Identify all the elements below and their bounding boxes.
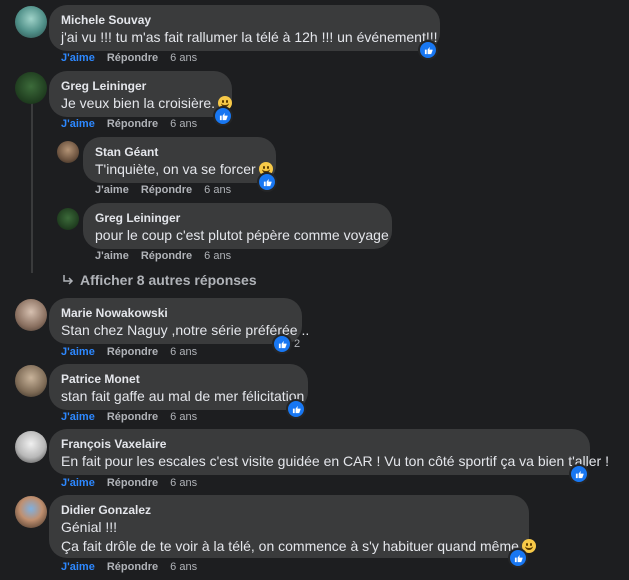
reaction-summary[interactable] — [508, 548, 528, 568]
comment-actions: J'aime Répondre 6 ans — [61, 411, 197, 423]
comment-actions: J'aime Répondre 6 ans — [61, 346, 197, 358]
thread-line — [31, 103, 33, 273]
timestamp[interactable]: 6 ans — [170, 346, 197, 358]
comment-bubble: Michele Souvay j'ai vu !!! tu m'as fait … — [49, 5, 440, 51]
comment-text: Génial !!! — [61, 519, 118, 535]
avatar[interactable] — [15, 6, 47, 38]
like-button[interactable]: J'aime — [95, 184, 129, 196]
comment-actions: J'aime Répondre 6 ans — [95, 250, 231, 262]
timestamp[interactable]: 6 ans — [204, 184, 231, 196]
comment-author[interactable]: Patrice Monet — [61, 371, 296, 387]
comment-text: j'ai vu !!! tu m'as fait rallumer la tél… — [61, 29, 438, 45]
reply-button[interactable]: Répondre — [141, 250, 192, 262]
comment-author[interactable]: Marie Nowakowski — [61, 305, 290, 321]
comment-author[interactable]: Stan Géant — [95, 144, 264, 160]
reaction-summary[interactable]: 2 — [272, 334, 300, 354]
comment-author[interactable]: Greg Leininger — [95, 210, 380, 226]
like-icon — [257, 172, 277, 192]
comment-actions: J'aime Répondre 6 ans — [61, 477, 197, 489]
like-icon — [508, 548, 528, 568]
more-replies-link[interactable]: Afficher 8 autres réponses — [62, 272, 257, 288]
reply-button[interactable]: Répondre — [107, 118, 158, 130]
timestamp[interactable]: 6 ans — [170, 52, 197, 64]
comment-bubble: Didier Gonzalez Génial !!! Ça fait drôle… — [49, 495, 536, 558]
reaction-summary[interactable] — [286, 399, 306, 419]
like-button[interactable]: J'aime — [61, 411, 95, 423]
reply-button[interactable]: Répondre — [107, 561, 158, 573]
reaction-summary[interactable] — [418, 40, 438, 60]
comment-actions: J'aime Répondre 6 ans — [61, 561, 197, 573]
like-icon — [569, 464, 589, 484]
like-icon — [272, 334, 292, 354]
avatar[interactable] — [57, 141, 79, 163]
comment-text-line2: Ça fait drôle de te voir à la télé, on c… — [61, 537, 536, 556]
reaction-summary[interactable] — [569, 464, 589, 484]
avatar[interactable] — [57, 208, 79, 230]
reply-button[interactable]: Répondre — [107, 52, 158, 64]
reply-bubble: Greg Leininger pour le coup c'est plutot… — [83, 203, 392, 249]
comment-author[interactable]: Michele Souvay — [61, 12, 428, 28]
comment-author[interactable]: Didier Gonzalez — [61, 502, 517, 518]
reply-button[interactable]: Répondre — [141, 184, 192, 196]
reply-arrow-icon — [63, 275, 74, 285]
like-icon — [213, 106, 233, 126]
reply-button[interactable]: Répondre — [107, 411, 158, 423]
timestamp[interactable]: 6 ans — [170, 477, 197, 489]
comment-bubble: Patrice Monet stan fait gaffe au mal de … — [49, 364, 308, 410]
comment-text: En fait pour les escales c'est visite gu… — [61, 453, 609, 469]
timestamp[interactable]: 6 ans — [170, 118, 197, 130]
comment-text: Stan chez Naguy ,notre série préférée .. — [61, 322, 310, 338]
comment-bubble: François Vaxelaire En fait pour les esca… — [49, 429, 609, 475]
timestamp[interactable]: 6 ans — [170, 561, 197, 573]
like-button[interactable]: J'aime — [61, 477, 95, 489]
more-replies-label: Afficher 8 autres réponses — [80, 272, 257, 288]
avatar[interactable] — [15, 72, 47, 104]
reply-button[interactable]: Répondre — [107, 477, 158, 489]
comment-actions: J'aime Répondre 6 ans — [61, 52, 197, 64]
comment-author[interactable]: François Vaxelaire — [61, 436, 578, 452]
timestamp[interactable]: 6 ans — [170, 411, 197, 423]
like-icon — [286, 399, 306, 419]
reaction-count: 2 — [294, 338, 301, 350]
comment-text: pour le coup c'est plutot pépère comme v… — [95, 227, 389, 243]
like-button[interactable]: J'aime — [61, 118, 95, 130]
reaction-summary[interactable] — [213, 106, 233, 126]
like-button[interactable]: J'aime — [95, 250, 129, 262]
comment-bubble: Greg Leininger Je veux bien la croisière… — [49, 71, 233, 117]
like-button[interactable]: J'aime — [61, 52, 95, 64]
comment-actions: J'aime Répondre 6 ans — [61, 118, 197, 130]
avatar[interactable] — [15, 365, 47, 397]
avatar[interactable] — [15, 496, 47, 528]
like-icon — [418, 40, 438, 60]
comment-bubble: Marie Nowakowski Stan chez Naguy ,notre … — [49, 298, 310, 344]
reaction-summary[interactable] — [257, 172, 277, 192]
comment-text: stan fait gaffe au mal de mer félicitati… — [61, 388, 305, 404]
reply-bubble: Stan Géant T'inquiète, on va se forcer — [83, 137, 276, 183]
like-button[interactable]: J'aime — [61, 561, 95, 573]
avatar[interactable] — [15, 431, 47, 463]
comment-actions: J'aime Répondre 6 ans — [95, 184, 231, 196]
reply-button[interactable]: Répondre — [107, 346, 158, 358]
avatar[interactable] — [15, 299, 47, 331]
comment-text: T'inquiète, on va se forcer — [95, 160, 273, 179]
comment-text: Je veux bien la croisière. — [61, 94, 233, 113]
comment-author[interactable]: Greg Leininger — [61, 78, 220, 94]
timestamp[interactable]: 6 ans — [204, 250, 231, 262]
like-button[interactable]: J'aime — [61, 346, 95, 358]
